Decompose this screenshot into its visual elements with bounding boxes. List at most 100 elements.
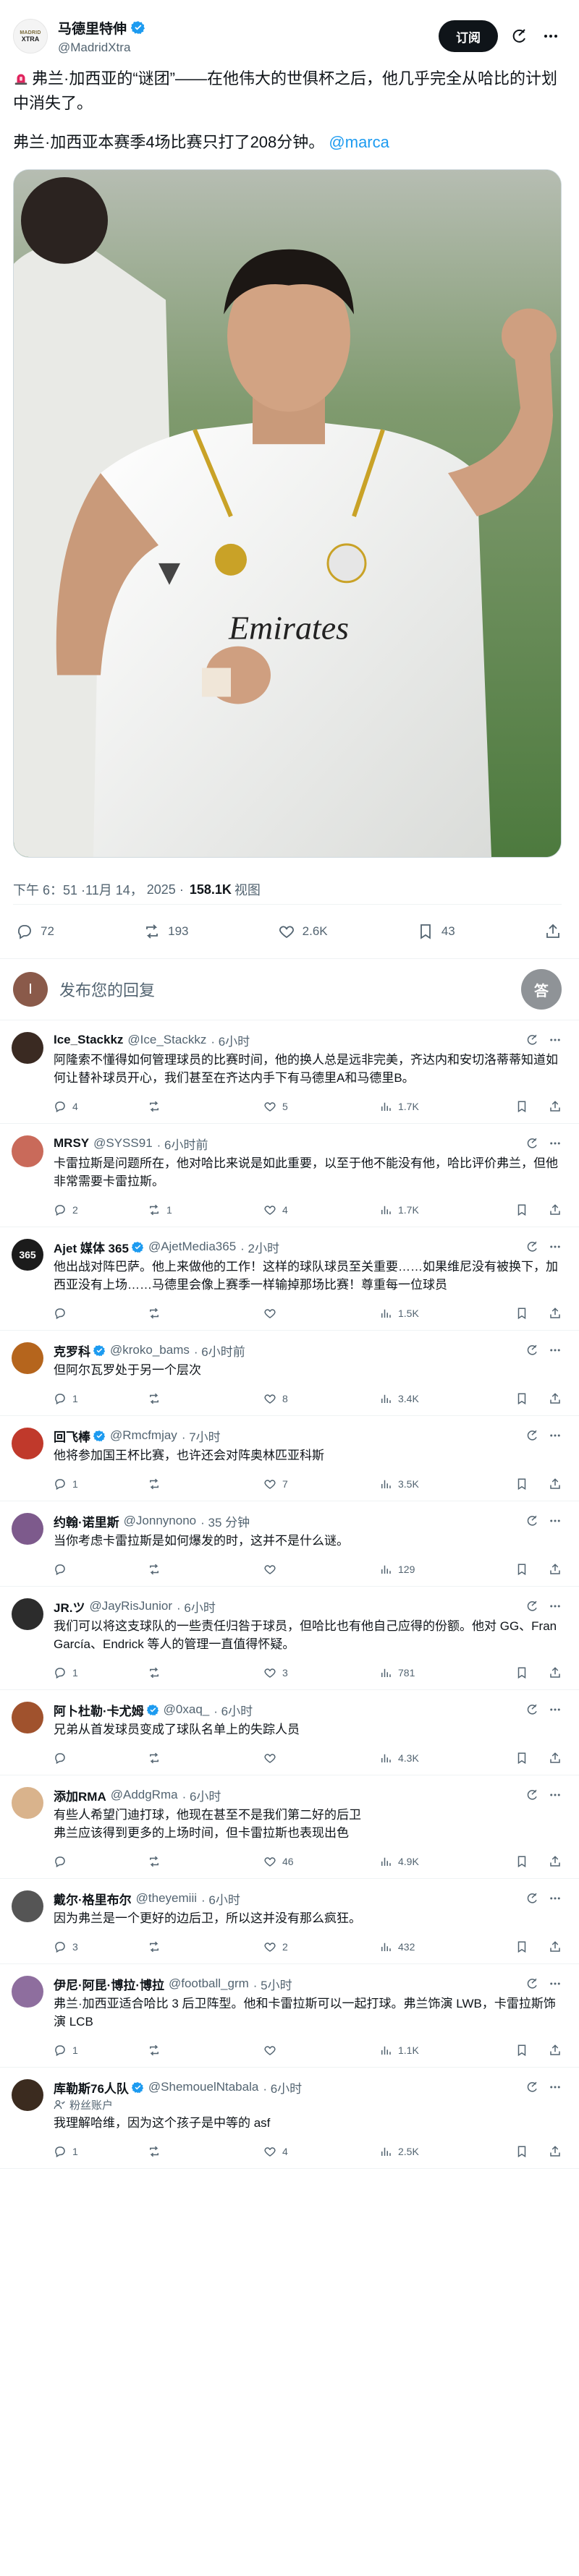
like-button[interactable]: [263, 1563, 379, 1576]
reply-avatar[interactable]: [12, 1890, 43, 1922]
share-icon[interactable]: [549, 1940, 562, 1953]
reply-button[interactable]: 1: [54, 1392, 148, 1405]
share-button[interactable]: [544, 923, 562, 940]
reply-avatar[interactable]: [12, 1513, 43, 1545]
views-button[interactable]: 1.7K: [379, 1203, 459, 1216]
more-options-icon[interactable]: [549, 1514, 562, 1527]
reply-button[interactable]: [54, 1855, 148, 1868]
grok-icon[interactable]: [525, 1977, 538, 1990]
repost-button[interactable]: [148, 1477, 263, 1490]
reply-time[interactable]: · 5小时: [253, 1975, 292, 1993]
repost-button[interactable]: [148, 1563, 263, 1576]
share-icon[interactable]: [549, 1203, 562, 1216]
repost-button[interactable]: 193: [143, 923, 188, 940]
bookmark-icon[interactable]: [515, 1666, 528, 1679]
reply-item[interactable]: JR.ツ @JayRisJunior · 6小时 我们可以将这支球队的一些责任归咎于球…: [0, 1587, 579, 1690]
mention-link[interactable]: @marca: [329, 133, 389, 151]
reply-submit-button[interactable]: 答: [521, 969, 562, 1010]
reply-button[interactable]: [54, 1307, 148, 1320]
reply-time[interactable]: · 6小时: [263, 2078, 302, 2097]
reply-time[interactable]: · 2小时: [240, 1238, 279, 1256]
reply-button[interactable]: [54, 1563, 148, 1576]
share-icon[interactable]: [549, 2044, 562, 2057]
grok-icon[interactable]: [525, 1137, 538, 1150]
repost-button[interactable]: [148, 1855, 263, 1868]
reply-item[interactable]: 库勒斯76人队 @ShemouelNtabala · 6小时 粉丝账户 我理解哈维，因为…: [0, 2068, 579, 2169]
reply-item[interactable]: 戴尔·格里布尔 @theyemiii · 6小时 因为弗兰是一个更好的边后卫，所以这并…: [0, 1879, 579, 1964]
grok-icon[interactable]: [525, 2081, 538, 2094]
more-options-icon[interactable]: [549, 1788, 562, 1801]
grok-icon[interactable]: [525, 1344, 538, 1357]
reply-item[interactable]: 伊尼·阿昆·博拉·博拉 @football_grm · 5小时 弗兰·加西亚适合哈比 …: [0, 1964, 579, 2068]
more-options-icon[interactable]: [549, 1344, 562, 1357]
reply-time[interactable]: · 7小时: [182, 1427, 221, 1445]
reply-time[interactable]: · 6小时前: [194, 1342, 245, 1360]
more-options-icon[interactable]: [549, 1977, 562, 1990]
reply-author-name[interactable]: 阿卜杜勒·卡尤姆: [54, 1701, 144, 1719]
grok-icon[interactable]: [508, 25, 530, 47]
reply-button[interactable]: 72: [16, 923, 54, 940]
reply-time[interactable]: · 6小时: [211, 1031, 250, 1049]
like-button[interactable]: 4: [263, 1203, 379, 1216]
reply-avatar[interactable]: [12, 1135, 43, 1167]
reply-time[interactable]: · 6小时: [177, 1598, 216, 1616]
reply-author-handle[interactable]: @0xaq_: [164, 1702, 210, 1717]
share-icon[interactable]: [549, 1100, 562, 1113]
views-button[interactable]: 2.5K: [379, 2145, 459, 2158]
repost-button[interactable]: 1: [148, 1203, 263, 1216]
reply-avatar[interactable]: [12, 1032, 43, 1064]
bookmark-icon[interactable]: [515, 1307, 528, 1320]
bookmark-icon[interactable]: [515, 1855, 528, 1868]
user-avatar[interactable]: I: [13, 972, 48, 1007]
like-button[interactable]: 7: [263, 1477, 379, 1490]
reply-author-handle[interactable]: @theyemiii: [136, 1891, 197, 1906]
reply-time[interactable]: · 6小时: [201, 1890, 240, 1908]
more-options-icon[interactable]: [540, 25, 562, 47]
grok-icon[interactable]: [525, 1892, 538, 1905]
subscribe-button[interactable]: 订阅: [439, 20, 498, 52]
like-button[interactable]: 2: [263, 1940, 379, 1953]
reply-item[interactable]: 阿卜杜勒·卡尤姆 @0xaq_ · 6小时 兄弟从首发球员变成了球队名单上的失踪人员 4…: [0, 1690, 579, 1775]
grok-icon[interactable]: [525, 1240, 538, 1253]
repost-button[interactable]: [148, 1940, 263, 1953]
bookmark-icon[interactable]: [515, 1563, 528, 1576]
reply-item[interactable]: 回飞棒 @Rmcfmjay · 7小时 他将参加国王杯比赛，也许还会对阵奥林匹亚科斯 1…: [0, 1416, 579, 1501]
reply-button[interactable]: 1: [54, 1477, 148, 1490]
like-button[interactable]: 46: [263, 1855, 379, 1868]
reply-avatar[interactable]: [12, 1428, 43, 1459]
more-options-icon[interactable]: [549, 2081, 562, 2094]
reply-avatar[interactable]: [12, 1787, 43, 1819]
reply-item[interactable]: 克罗科 @kroko_bams · 6小时前 但阿尔瓦罗处于另一个层次 1 8 3.4K: [0, 1331, 579, 1416]
reply-author-name[interactable]: 伊尼·阿昆·博拉·博拉: [54, 1975, 164, 1993]
reply-item[interactable]: 约翰·诺里斯 @Jonnynono · 35 分钟 当你考虑卡雷拉斯是如何爆发的时，这…: [0, 1501, 579, 1587]
more-options-icon[interactable]: [549, 1600, 562, 1613]
reply-author-name[interactable]: 库勒斯76人队: [54, 2078, 129, 2097]
views-button[interactable]: 4.3K: [379, 1752, 459, 1765]
share-icon[interactable]: [549, 1392, 562, 1405]
reply-item[interactable]: MRSY @SYSS91 · 6小时前 卡雷拉斯是问题所在，他对哈比来说是如此重要，以…: [0, 1124, 579, 1227]
like-button[interactable]: 5: [263, 1100, 379, 1113]
author-name[interactable]: 马德里特伸: [58, 18, 127, 38]
grok-icon[interactable]: [525, 1788, 538, 1801]
grok-icon[interactable]: [525, 1429, 538, 1442]
reply-button[interactable]: 2: [54, 1203, 148, 1216]
post-timestamp[interactable]: 下午 6：51 ·11月 14，: [13, 880, 143, 899]
bookmark-icon[interactable]: [515, 2044, 528, 2057]
reply-author-handle[interactable]: @Ice_Stackkz: [127, 1033, 206, 1047]
views-button[interactable]: 781: [379, 1666, 459, 1679]
reply-button[interactable]: 3: [54, 1940, 148, 1953]
reply-button[interactable]: 1: [54, 2044, 148, 2057]
share-icon[interactable]: [549, 2145, 562, 2158]
share-icon[interactable]: [549, 1855, 562, 1868]
reply-author-handle[interactable]: @kroko_bams: [110, 1343, 190, 1357]
reply-button[interactable]: 1: [54, 1666, 148, 1679]
repost-button[interactable]: [148, 1100, 263, 1113]
reply-avatar[interactable]: 365: [12, 1239, 43, 1271]
repost-button[interactable]: [148, 2044, 263, 2057]
reply-author-name[interactable]: Ajet 媒体 365: [54, 1238, 129, 1256]
grok-icon[interactable]: [525, 1514, 538, 1527]
views-button[interactable]: 1.7K: [379, 1100, 459, 1113]
bookmark-button[interactable]: 43: [417, 923, 455, 940]
more-options-icon[interactable]: [549, 1703, 562, 1716]
reply-author-name[interactable]: Ice_Stackkz: [54, 1033, 123, 1047]
